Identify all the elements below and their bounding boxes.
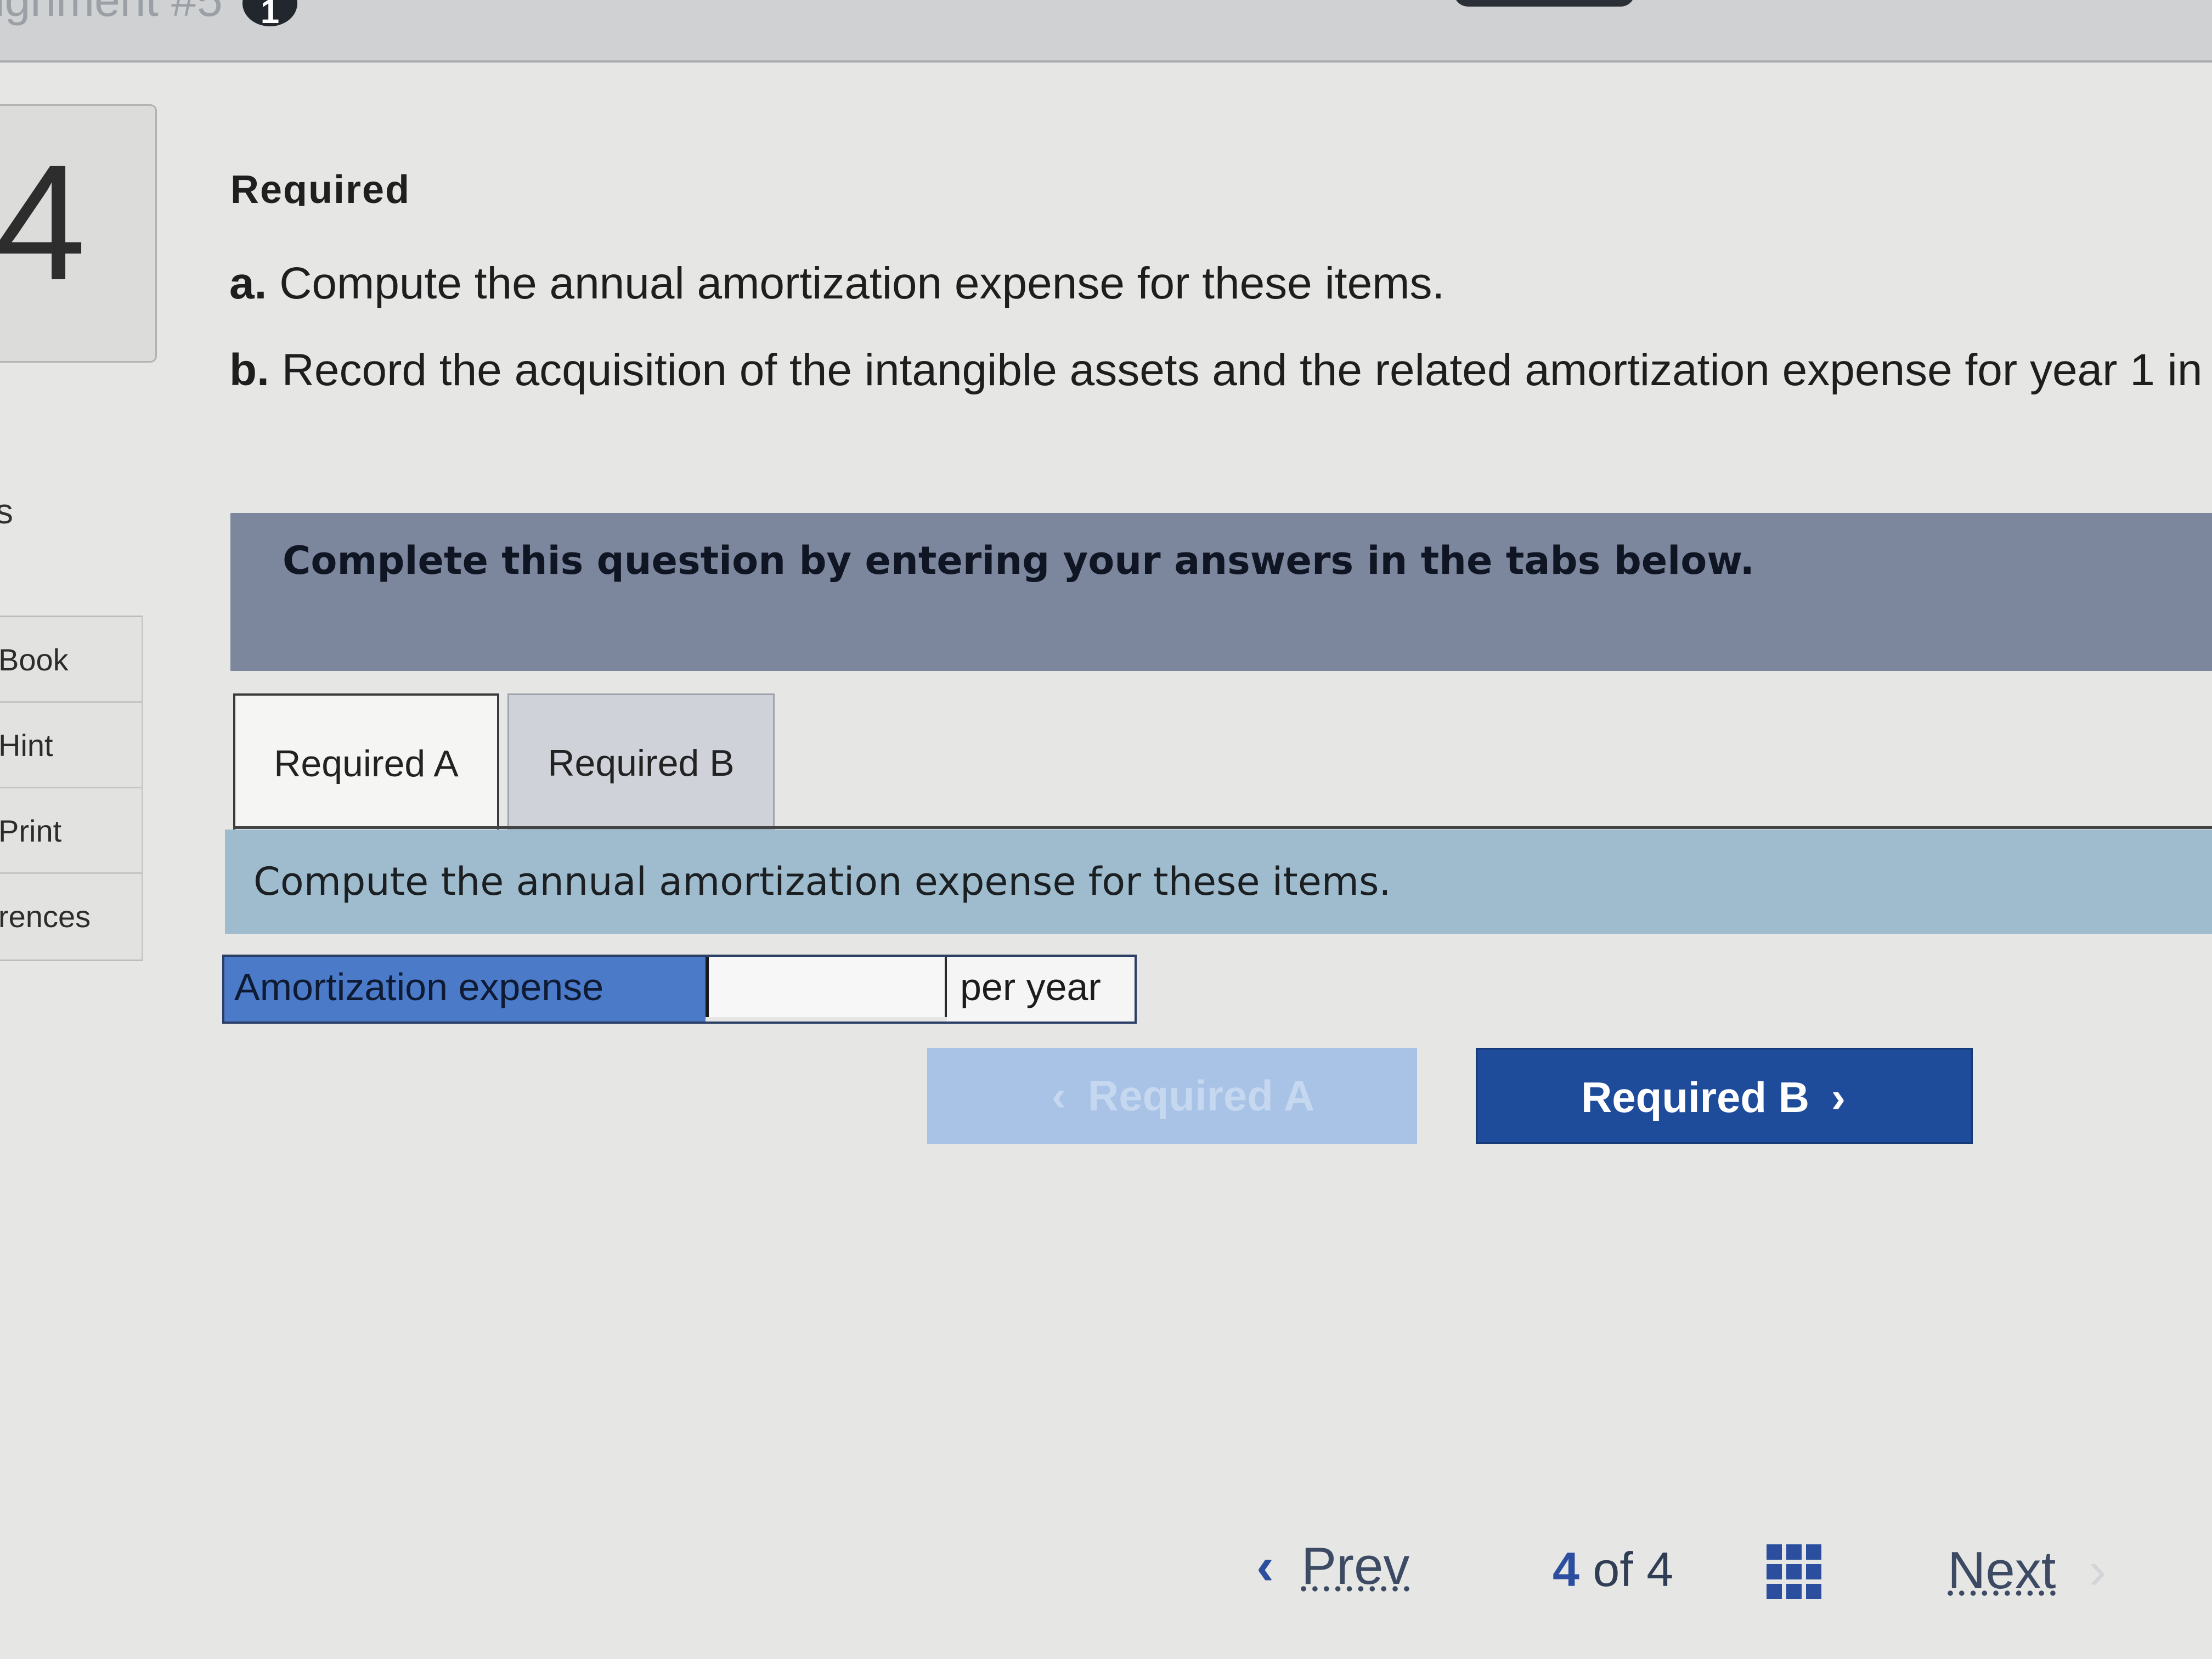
info-icon[interactable]: 1: [242, 0, 297, 31]
chevron-left-icon: ‹: [1256, 1537, 1274, 1595]
grid-icon[interactable]: [1767, 1544, 1821, 1599]
chevron-right-icon: ›: [1831, 1073, 1846, 1121]
sidebar: Book Hint Print rences: [0, 616, 143, 961]
requirement-a-prefix: a.: [229, 258, 267, 308]
sidebar-partial-label: s: [0, 492, 13, 531]
chevron-right-icon: ›: [2089, 1541, 2107, 1600]
grid-icon-cell: [1767, 1544, 1782, 1560]
unit-label: per year: [947, 957, 1135, 1022]
requirement-b-prefix: b.: [229, 345, 269, 395]
footer-prev-button[interactable]: ‹ Prev: [1256, 1536, 1409, 1596]
tab-divider: [233, 826, 2212, 829]
grid-icon-cell: [1767, 1564, 1782, 1579]
chevron-left-icon: ‹: [1051, 1071, 1066, 1120]
requirement-a-text: Compute the annual amortization expense …: [279, 258, 1445, 308]
grid-icon-cell: [1806, 1564, 1821, 1579]
next-required-button[interactable]: Required B ›: [1476, 1048, 1973, 1144]
grid-icon-cell: [1786, 1564, 1802, 1579]
tab-required-b[interactable]: Required B: [507, 693, 775, 830]
requirement-a: a. Compute the annual amortization expen…: [229, 258, 1444, 309]
grid-icon-cell: [1767, 1584, 1782, 1599]
grid-icon-cell: [1806, 1544, 1821, 1560]
sidebar-item-ebook[interactable]: Book: [0, 617, 142, 703]
amortization-expense-input[interactable]: [706, 957, 947, 1017]
required-heading: Required: [230, 168, 411, 206]
grid-icon-cell: [1806, 1584, 1821, 1599]
tab-required-a[interactable]: Required A: [233, 693, 499, 830]
assignment-title: ignment #5: [0, 0, 223, 26]
requirement-b-text: Record the acquisition of the intangible…: [281, 345, 2203, 395]
sidebar-item-hint[interactable]: Hint: [0, 703, 142, 788]
amortization-expense-label: Amortization expense: [224, 957, 706, 1022]
grid-icon-cell: [1786, 1584, 1802, 1599]
footer-next-button[interactable]: Next ›: [1948, 1541, 2106, 1601]
current-page: 4: [1553, 1542, 1579, 1596]
page-counter: 4 of 4: [1553, 1542, 1673, 1598]
total-pages: 4: [1646, 1542, 1674, 1596]
top-bar: ignment #5 1: [0, 0, 2212, 63]
grid-icon-cell: [1786, 1544, 1802, 1560]
question-number: 4: [0, 130, 86, 314]
requirement-b: b. Record the acquisition of the intangi…: [229, 345, 2202, 396]
instructions-banner: Complete this question by entering your …: [230, 513, 2212, 671]
prev-required-button[interactable]: ‹ Required A: [927, 1048, 1417, 1144]
progress-pill[interactable]: [1454, 0, 1635, 7]
page-of-text: of: [1593, 1542, 1633, 1596]
footer-next-label: Next: [1948, 1541, 2056, 1600]
prev-required-label: Required A: [1087, 1071, 1315, 1120]
answer-row: Amortization expense per year: [222, 955, 1137, 1024]
tab-instruction: Compute the annual amortization expense …: [225, 830, 2212, 934]
sidebar-item-print[interactable]: Print: [0, 788, 142, 874]
next-required-label: Required B: [1581, 1073, 1810, 1121]
sidebar-item-references[interactable]: rences: [0, 874, 142, 960]
footer-prev-label: Prev: [1301, 1537, 1410, 1595]
